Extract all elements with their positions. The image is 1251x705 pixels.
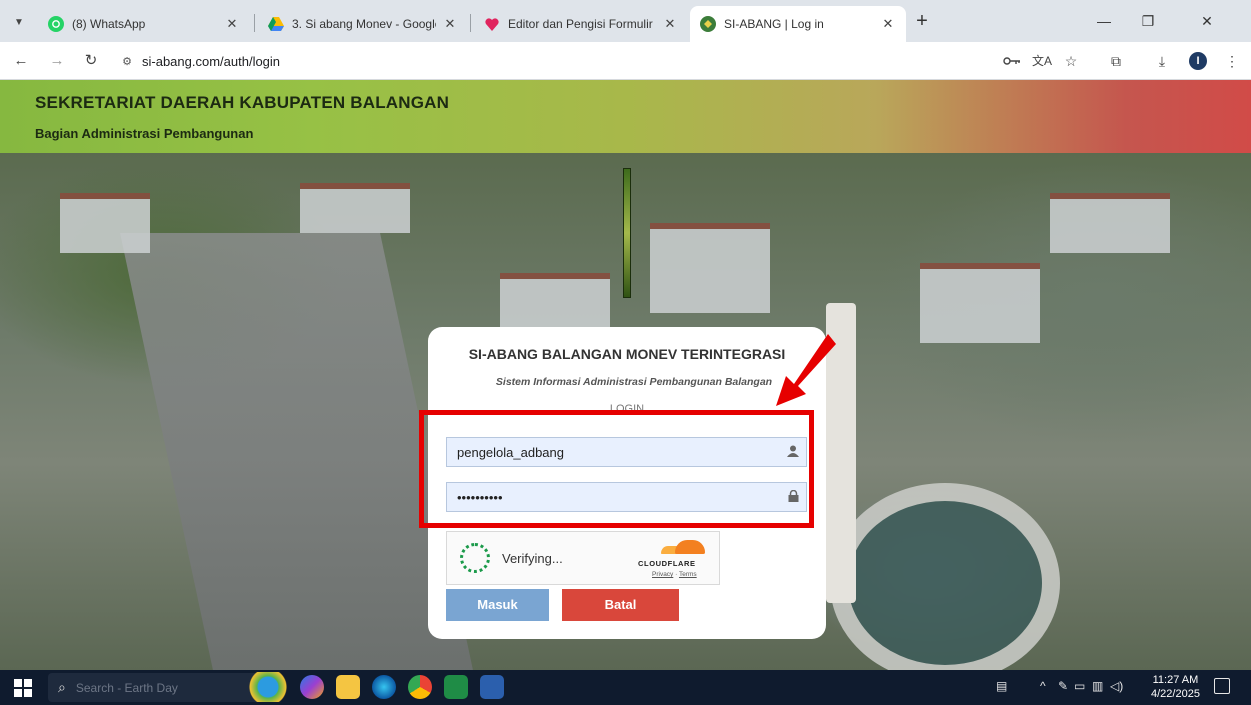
browser-toolbar: ← → ↻ ⚙ si-abang.com/auth/login 文A ☆ ⧉ ⤓…	[0, 42, 1251, 80]
close-tab-icon[interactable]: ✕	[442, 16, 458, 32]
terms-link[interactable]: Terms	[679, 571, 697, 578]
building-shape	[500, 273, 610, 333]
taskbar-widget-icon[interactable]: ▤	[996, 679, 1007, 693]
photos-app-icon[interactable]	[444, 675, 468, 699]
tab-divider	[254, 14, 255, 32]
captcha-links: Privacy · Terms	[652, 571, 697, 578]
password-key-icon[interactable]	[1002, 51, 1022, 71]
search-icon: ⌕	[58, 679, 66, 695]
tab-pdf-editor[interactable]: Editor dan Pengisi Formulir PDF ✕	[474, 6, 688, 42]
cloudflare-cloud-icon	[675, 540, 705, 554]
address-bar[interactable]: ⚙ si-abang.com/auth/login	[110, 48, 990, 74]
close-window-button[interactable]: ✕	[1172, 8, 1242, 34]
battery-icon[interactable]: ▭	[1074, 679, 1085, 693]
volume-icon[interactable]: ◁)	[1110, 679, 1123, 693]
building-shape	[650, 223, 770, 313]
forward-button[interactable]: →	[46, 50, 68, 72]
tab-label: (8) WhatsApp	[72, 17, 146, 31]
network-icon[interactable]: ▥	[1092, 679, 1103, 693]
file-explorer-icon[interactable]	[336, 675, 360, 699]
clock-date: 4/22/2025	[1151, 688, 1200, 700]
copilot-icon[interactable]	[300, 675, 324, 699]
monument-pool	[830, 483, 1060, 670]
taskbar-clock[interactable]: 11:27 AM 4/22/2025	[1151, 673, 1200, 701]
captcha-status: Verifying...	[502, 551, 563, 566]
restore-button[interactable]: ❐	[1128, 8, 1168, 34]
browser-menu-icon[interactable]: ⋮	[1222, 51, 1242, 71]
cloudflare-wordmark: CLOUDFLARE	[638, 559, 696, 568]
tab-label: 3. Si abang Monev - Google Dri	[292, 17, 436, 31]
site-info-icon[interactable]: ⚙	[118, 55, 136, 68]
profile-avatar[interactable]: I	[1189, 52, 1207, 70]
building-shape	[920, 263, 1040, 343]
back-button[interactable]: ←	[10, 50, 32, 72]
close-tab-icon[interactable]: ✕	[224, 16, 240, 32]
spinner-icon	[460, 543, 490, 573]
tab-label: Editor dan Pengisi Formulir PDF	[508, 17, 656, 31]
notification-icon[interactable]	[1214, 678, 1230, 694]
close-tab-icon[interactable]: ✕	[662, 16, 678, 32]
extensions-icon[interactable]: ⧉	[1106, 51, 1126, 71]
url-text: si-abang.com/auth/login	[142, 53, 281, 69]
building-shape	[1050, 193, 1170, 253]
login-page: SEKRETARIAT DAERAH KABUPATEN BALANGAN Ba…	[0, 80, 1251, 670]
building-shape	[300, 183, 410, 233]
tab-si-abang[interactable]: SI-ABANG | Log in ✕	[690, 6, 906, 42]
bookmark-star-icon[interactable]: ☆	[1061, 51, 1081, 71]
tab-label: SI-ABANG | Log in	[724, 17, 824, 31]
download-icon[interactable]: ⤓	[1152, 51, 1172, 71]
tab-google-drive[interactable]: 3. Si abang Monev - Google Dri ✕	[258, 6, 468, 42]
cloudflare-turnstile[interactable]: Verifying... CLOUDFLARE Privacy · Terms	[446, 531, 720, 585]
login-subtitle: Sistem Informasi Administrasi Pembanguna…	[495, 376, 773, 388]
windows-start-icon[interactable]	[14, 679, 32, 697]
tray-chevron-icon[interactable]: ^	[1040, 679, 1046, 693]
site-title: SEKRETARIAT DAERAH KABUPATEN BALANGAN	[35, 93, 450, 112]
red-arrow-icon	[776, 334, 836, 406]
browser-tab-strip: ▼ (8) WhatsApp ✕ 3. Si abang Monev - Goo…	[0, 0, 1251, 42]
translate-icon[interactable]: 文A	[1032, 51, 1052, 71]
clock-time: 11:27 AM	[1152, 674, 1199, 686]
red-highlight-box	[419, 410, 814, 528]
new-tab-button[interactable]: +	[910, 10, 934, 34]
building-shape	[60, 193, 150, 253]
word-icon[interactable]	[480, 675, 504, 699]
pen-icon[interactable]: ✎	[1058, 679, 1068, 693]
batal-button[interactable]: Batal	[562, 589, 679, 621]
chrome-icon[interactable]	[408, 675, 432, 699]
logo-pillar	[623, 168, 631, 298]
login-title: SI-ABANG BALANGAN MONEV TERINTEGRASI	[468, 346, 786, 362]
masuk-button[interactable]: Masuk	[446, 589, 549, 621]
privacy-link[interactable]: Privacy	[652, 571, 673, 578]
google-drive-icon	[268, 16, 284, 32]
close-tab-icon[interactable]: ✕	[880, 16, 896, 32]
earth-day-icon[interactable]	[238, 672, 294, 702]
windows-taskbar: ⌕ Search - Earth Day ▤ ^ ✎ ▭ ▥ ◁) 11:27 …	[0, 670, 1251, 705]
tab-whatsapp[interactable]: (8) WhatsApp ✕	[38, 6, 250, 42]
si-abang-icon	[700, 16, 716, 32]
edge-icon[interactable]	[372, 675, 396, 699]
tab-search-menu-icon[interactable]: ▼	[8, 11, 30, 33]
whatsapp-icon	[48, 16, 64, 32]
site-header: SEKRETARIAT DAERAH KABUPATEN BALANGAN Ba…	[0, 80, 1251, 153]
pdf-editor-icon	[484, 16, 500, 32]
taskbar-search-placeholder: Search - Earth Day	[75, 680, 178, 695]
site-subtitle: Bagian Administrasi Pembangunan	[35, 126, 254, 141]
minimize-button[interactable]: —	[1084, 8, 1124, 34]
reload-button[interactable]: ↻	[80, 50, 102, 72]
tab-divider	[470, 14, 471, 32]
